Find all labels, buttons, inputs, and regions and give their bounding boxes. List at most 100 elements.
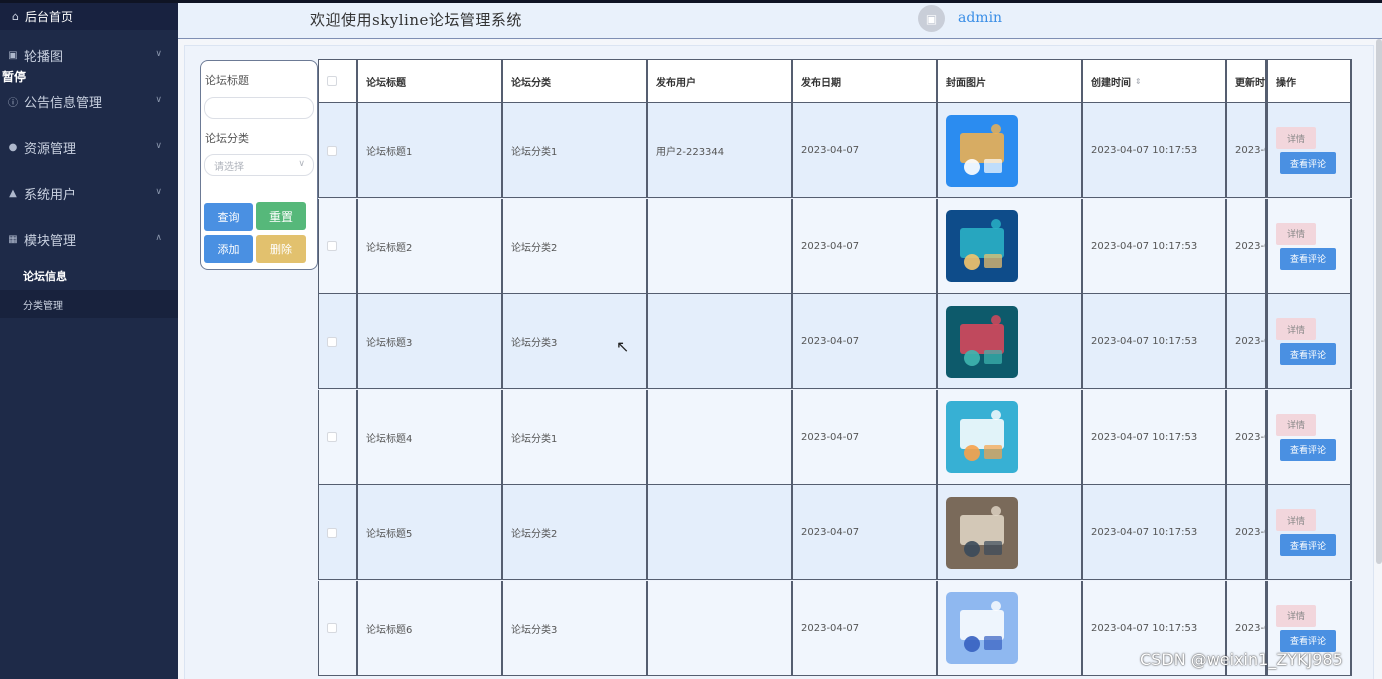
avatar[interactable]: ▣ [918,5,945,32]
column-header: 发布日期 [793,59,938,103]
sidebar-item-carousel[interactable]: ▣ 轮播图 ∨ [0,40,178,70]
cover-image[interactable] [946,210,1018,282]
cover-image[interactable] [946,305,1018,378]
column-header-label: 创建时间 [1091,77,1131,89]
row-checkbox[interactable] [327,432,337,442]
cell-title: 论坛标题6 [358,580,503,676]
cell-user [648,389,793,485]
view-comments-button[interactable]: 查看评论 [1280,152,1336,174]
row-checkbox[interactable] [327,336,337,347]
cell-updated: 2023-0 [1227,103,1267,198]
cover-image[interactable] [946,496,1018,569]
image-icon: ▣ [925,11,938,26]
query-button[interactable]: 查询 [204,203,253,231]
cell-cover [938,389,1083,485]
detail-button[interactable]: 详情 [1276,604,1316,627]
cover-image[interactable] [946,401,1018,473]
row-checkbox[interactable] [327,145,337,156]
chevron-down-icon: ∨ [155,141,162,151]
chevron-down-icon: ∨ [155,95,162,105]
cell-actions [1267,294,1352,389]
bulb-icon: ● [8,141,18,153]
cell-title: 论坛标题5 [358,485,503,580]
column-header: 论坛分类 [503,59,648,103]
cell-actions [1267,389,1352,485]
cell-user: 用户2-223344 [648,103,793,198]
cell-category: 论坛分类1 [503,389,648,485]
cell-cover [938,103,1083,198]
cell-user [648,198,793,294]
view-comments-button[interactable]: 查看评论 [1280,343,1336,365]
cell-date: 2023-04-07 [793,294,938,389]
forum-table: 论坛标题 论坛分类 发布用户 发布日期 封面图片 创建时间 ⇕ 更新时间 操作 … [318,59,1352,679]
filter-panel: 论坛标题 论坛分类 请选择 ∨ 查询 重置 添加 删除 [200,60,318,270]
column-header: 操作 [1267,59,1352,103]
top-border [0,0,1382,3]
scrollbar[interactable] [1376,39,1382,564]
sidebar-item-label: 系统用户 [24,187,77,203]
cover-image[interactable] [946,114,1018,187]
detail-button[interactable]: 详情 [1276,127,1316,149]
sidebar-item-label: 轮播图 [24,49,64,65]
user-icon: ▲ [9,187,17,199]
detail-button[interactable]: 详情 [1276,222,1316,245]
column-header: 发布用户 [648,59,793,103]
detail-button[interactable]: 详情 [1276,413,1316,436]
cell-select [318,389,358,485]
cell-title: 论坛标题3 [358,294,503,389]
table-row: 论坛标题2 论坛分类2 2023-04-07 2023-04-07 10:17:53 2… [318,198,1352,294]
sidebar-item-modules[interactable]: ▦ 模块管理 ∧ [0,224,178,254]
page-title: 欢迎使用skyline论坛管理系统 [310,11,522,29]
add-button[interactable]: 添加 [204,235,253,263]
cell-category: 论坛分类2 [503,198,648,294]
sidebar-item-label: 后台首页 [24,10,73,24]
view-comments-button[interactable]: 查看评论 [1280,438,1336,461]
select-all-checkbox[interactable] [327,76,337,86]
row-checkbox[interactable] [327,623,337,633]
cell-created: 2023-04-07 10:17:53 [1083,485,1227,580]
detail-button[interactable]: 详情 [1276,318,1316,340]
cell-cover [938,485,1083,580]
title-filter-input[interactable] [204,97,314,119]
sidebar-item-users[interactable]: ▲ 系统用户 ∨ [0,178,178,208]
column-header: 论坛标题 [358,59,503,103]
row-checkbox[interactable] [327,527,337,538]
category-filter-select[interactable]: 请选择 ∨ [204,154,314,176]
sidebar-item-home[interactable]: ⌂ 后台首页 [0,3,178,30]
grid-icon: ▦ [8,233,18,245]
sidebar-item-label: 公告信息管理 [24,95,103,111]
cell-cover [938,294,1083,389]
sidebar-subitem-category[interactable]: 分类管理 [0,290,178,318]
cell-date: 2023-04-07 [793,389,938,485]
row-checkbox[interactable] [327,241,337,251]
cell-category: 论坛分类2 [503,485,648,580]
cell-title: 论坛标题4 [358,389,503,485]
delete-button[interactable]: 删除 [256,235,306,263]
table-row: 论坛标题3 论坛分类3 2023-04-07 2023-04-07 10:17:53 2… [318,294,1352,389]
view-comments-button[interactable]: 查看评论 [1280,629,1336,652]
detail-button[interactable]: 详情 [1276,509,1316,531]
cell-user [648,485,793,580]
watermark: CSDN @weixin1_ZYKJ985 [1140,650,1343,669]
sidebar-item-label: 资源管理 [24,141,77,157]
sort-icon[interactable]: ⇕ [1135,77,1142,86]
view-comments-button[interactable]: 查看评论 [1280,247,1336,270]
cell-updated: 2023-0 [1227,294,1267,389]
cell-title: 论坛标题1 [358,103,503,198]
sidebar-item-resources[interactable]: ● 资源管理 ∨ [0,132,178,162]
info-circle-icon: ⓘ [8,97,18,109]
reset-button[interactable]: 重置 [256,202,306,230]
chevron-down-icon: ∨ [298,159,305,169]
cover-image[interactable] [946,592,1018,664]
sidebar-item-announcement[interactable]: ⓘ 公告信息管理 ∨ [0,86,178,116]
cell-cover [938,580,1083,676]
username[interactable]: admin [958,10,1002,26]
cell-created: 2023-04-07 10:17:53 [1083,389,1227,485]
table-row: 论坛标题5 论坛分类2 2023-04-07 2023-04-07 10:17:53 2… [318,485,1352,580]
cell-select [318,103,358,198]
column-header-created[interactable]: 创建时间 ⇕ [1083,59,1227,103]
view-comments-button[interactable]: 查看评论 [1280,534,1336,556]
cell-select [318,198,358,294]
cell-select [318,294,358,389]
sidebar-subitem-forum-info[interactable]: 论坛信息 [0,262,178,290]
